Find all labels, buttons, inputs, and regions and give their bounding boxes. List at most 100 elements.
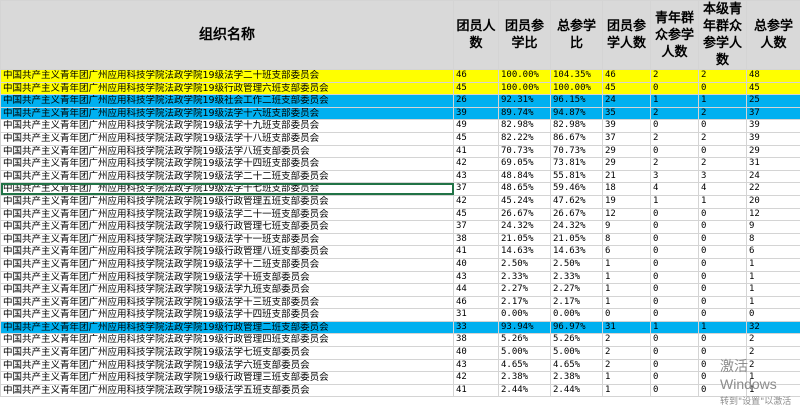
- cell-org-name[interactable]: 中国共产主义青年团广州应用科技学院法政学院19级法学十七班支部委员会: [0, 182, 454, 196]
- cell-youth-participants[interactable]: 0: [650, 245, 699, 259]
- cell-member-participants[interactable]: 1: [602, 270, 651, 285]
- cell-youth-participants[interactable]: 0: [650, 270, 699, 285]
- cell-youth-participants[interactable]: 0: [650, 257, 699, 272]
- cell-member-count[interactable]: 42: [453, 157, 499, 171]
- cell-org-name[interactable]: 中国共产主义青年团广州应用科技学院法政学院19级行政管理五班支部委员会: [0, 194, 454, 209]
- cell-local-youth-participants[interactable]: 0: [698, 119, 747, 133]
- header-member-count[interactable]: 团员人数: [453, 0, 499, 70]
- cell-total-participants[interactable]: 9: [746, 220, 800, 234]
- cell-member-count[interactable]: 42: [453, 194, 499, 209]
- cell-member-count[interactable]: 46: [453, 69, 499, 83]
- cell-member-ratio[interactable]: 2.38%: [498, 371, 551, 385]
- cell-member-ratio[interactable]: 21.05%: [498, 232, 551, 247]
- cell-member-participants[interactable]: 31: [602, 320, 651, 335]
- cell-member-participants[interactable]: 2: [602, 358, 651, 373]
- cell-local-youth-participants[interactable]: 0: [698, 346, 747, 360]
- cell-youth-participants[interactable]: 0: [650, 346, 699, 360]
- cell-member-participants[interactable]: 0: [602, 308, 651, 322]
- cell-youth-participants[interactable]: 0: [650, 207, 699, 222]
- cell-member-count[interactable]: 38: [453, 333, 499, 348]
- cell-member-ratio[interactable]: 24.32%: [498, 220, 551, 234]
- cell-member-count[interactable]: 46: [453, 295, 499, 310]
- cell-local-youth-participants[interactable]: 1: [698, 94, 747, 108]
- cell-youth-participants[interactable]: 2: [650, 157, 699, 171]
- cell-org-name[interactable]: 中国共产主义青年团广州应用科技学院法政学院19级法学六班支部委员会: [0, 358, 454, 373]
- cell-total-ratio[interactable]: 2.33%: [550, 270, 603, 285]
- cell-org-name[interactable]: 中国共产主义青年团广州应用科技学院法政学院19级法学十班支部委员会: [0, 270, 454, 285]
- cell-member-ratio[interactable]: 82.22%: [498, 131, 551, 146]
- cell-total-ratio[interactable]: 73.81%: [550, 157, 603, 171]
- cell-org-name[interactable]: 中国共产主义青年团广州应用科技学院法政学院19级法学十三班支部委员会: [0, 295, 454, 310]
- cell-local-youth-participants[interactable]: 0: [698, 245, 747, 259]
- cell-local-youth-participants[interactable]: 2: [698, 131, 747, 146]
- cell-total-participants[interactable]: 24: [746, 169, 800, 184]
- cell-total-participants[interactable]: 1: [746, 270, 800, 285]
- cell-total-ratio[interactable]: 82.98%: [550, 119, 603, 133]
- cell-total-participants[interactable]: 31: [746, 157, 800, 171]
- cell-member-ratio[interactable]: 2.17%: [498, 295, 551, 310]
- cell-member-participants[interactable]: 6: [602, 245, 651, 259]
- cell-org-name[interactable]: 中国共产主义青年团广州应用科技学院法政学院19级法学十八班支部委员会: [0, 131, 454, 146]
- cell-org-name[interactable]: 中国共产主义青年团广州应用科技学院法政学院19级法学十一班支部委员会: [0, 232, 454, 247]
- cell-member-participants[interactable]: 29: [602, 144, 651, 159]
- cell-member-participants[interactable]: 19: [602, 194, 651, 209]
- cell-total-participants[interactable]: 1: [746, 371, 800, 385]
- cell-org-name[interactable]: 中国共产主义青年团广州应用科技学院法政学院19级法学十四班支部委员会: [0, 308, 454, 322]
- cell-org-name[interactable]: 中国共产主义青年团广州应用科技学院法政学院19级法学十六班支部委员会: [0, 106, 454, 121]
- cell-total-ratio[interactable]: 2.17%: [550, 295, 603, 310]
- cell-youth-participants[interactable]: 3: [650, 169, 699, 184]
- cell-org-name[interactable]: 中国共产主义青年团广州应用科技学院法政学院19级法学二十二班支部委员会: [0, 169, 454, 184]
- cell-member-count[interactable]: 41: [453, 245, 499, 259]
- cell-total-participants[interactable]: 39: [746, 119, 800, 133]
- cell-total-ratio[interactable]: 86.67%: [550, 131, 603, 146]
- cell-org-name[interactable]: 中国共产主义青年团广州应用科技学院法政学院19级社会工作二班支部委员会: [0, 94, 454, 108]
- cell-local-youth-participants[interactable]: 3: [698, 169, 747, 184]
- cell-member-ratio[interactable]: 2.33%: [498, 270, 551, 285]
- cell-member-ratio[interactable]: 26.67%: [498, 207, 551, 222]
- cell-org-name[interactable]: 中国共产主义青年团广州应用科技学院法政学院19级法学五班支部委员会: [0, 383, 454, 398]
- cell-youth-participants[interactable]: 2: [650, 131, 699, 146]
- cell-local-youth-participants[interactable]: 1: [698, 194, 747, 209]
- cell-total-ratio[interactable]: 5.00%: [550, 346, 603, 360]
- cell-total-participants[interactable]: 6: [746, 245, 800, 259]
- cell-member-participants[interactable]: 35: [602, 106, 651, 121]
- cell-member-count[interactable]: 40: [453, 346, 499, 360]
- cell-member-participants[interactable]: 37: [602, 131, 651, 146]
- cell-total-ratio[interactable]: 100.00%: [550, 81, 603, 96]
- cell-total-ratio[interactable]: 55.81%: [550, 169, 603, 184]
- cell-total-participants[interactable]: 2: [746, 358, 800, 373]
- cell-local-youth-participants[interactable]: 2: [698, 157, 747, 171]
- cell-total-participants[interactable]: 1: [746, 383, 800, 398]
- cell-local-youth-participants[interactable]: 2: [698, 69, 747, 83]
- cell-youth-participants[interactable]: 2: [650, 69, 699, 83]
- cell-member-ratio[interactable]: 4.65%: [498, 358, 551, 373]
- cell-local-youth-participants[interactable]: 0: [698, 283, 747, 297]
- header-member-ratio[interactable]: 团员参学比: [498, 0, 551, 70]
- cell-member-participants[interactable]: 1: [602, 283, 651, 297]
- cell-member-participants[interactable]: 29: [602, 157, 651, 171]
- cell-youth-participants[interactable]: 0: [650, 144, 699, 159]
- cell-org-name[interactable]: 中国共产主义青年团广州应用科技学院法政学院19级行政管理七班支部委员会: [0, 220, 454, 234]
- cell-total-participants[interactable]: 12: [746, 207, 800, 222]
- cell-member-count[interactable]: 37: [453, 182, 499, 196]
- cell-org-name[interactable]: 中国共产主义青年团广州应用科技学院法政学院19级行政管理四班支部委员会: [0, 333, 454, 348]
- cell-local-youth-participants[interactable]: 0: [698, 308, 747, 322]
- cell-total-participants[interactable]: 2: [746, 333, 800, 348]
- cell-total-ratio[interactable]: 0.00%: [550, 308, 603, 322]
- cell-member-ratio[interactable]: 5.26%: [498, 333, 551, 348]
- cell-youth-participants[interactable]: 4: [650, 182, 699, 196]
- cell-member-count[interactable]: 31: [453, 308, 499, 322]
- cell-youth-participants[interactable]: 0: [650, 308, 699, 322]
- cell-total-ratio[interactable]: 26.67%: [550, 207, 603, 222]
- cell-member-participants[interactable]: 8: [602, 232, 651, 247]
- cell-member-count[interactable]: 43: [453, 270, 499, 285]
- cell-total-ratio[interactable]: 2.27%: [550, 283, 603, 297]
- cell-member-ratio[interactable]: 100.00%: [498, 81, 551, 96]
- cell-member-ratio[interactable]: 48.84%: [498, 169, 551, 184]
- cell-total-participants[interactable]: 37: [746, 106, 800, 121]
- cell-member-ratio[interactable]: 0.00%: [498, 308, 551, 322]
- cell-member-participants[interactable]: 2: [602, 333, 651, 348]
- cell-member-ratio[interactable]: 89.74%: [498, 106, 551, 121]
- cell-youth-participants[interactable]: 0: [650, 333, 699, 348]
- cell-org-name[interactable]: 中国共产主义青年团广州应用科技学院法政学院19级行政管理六班支部委员会: [0, 81, 454, 96]
